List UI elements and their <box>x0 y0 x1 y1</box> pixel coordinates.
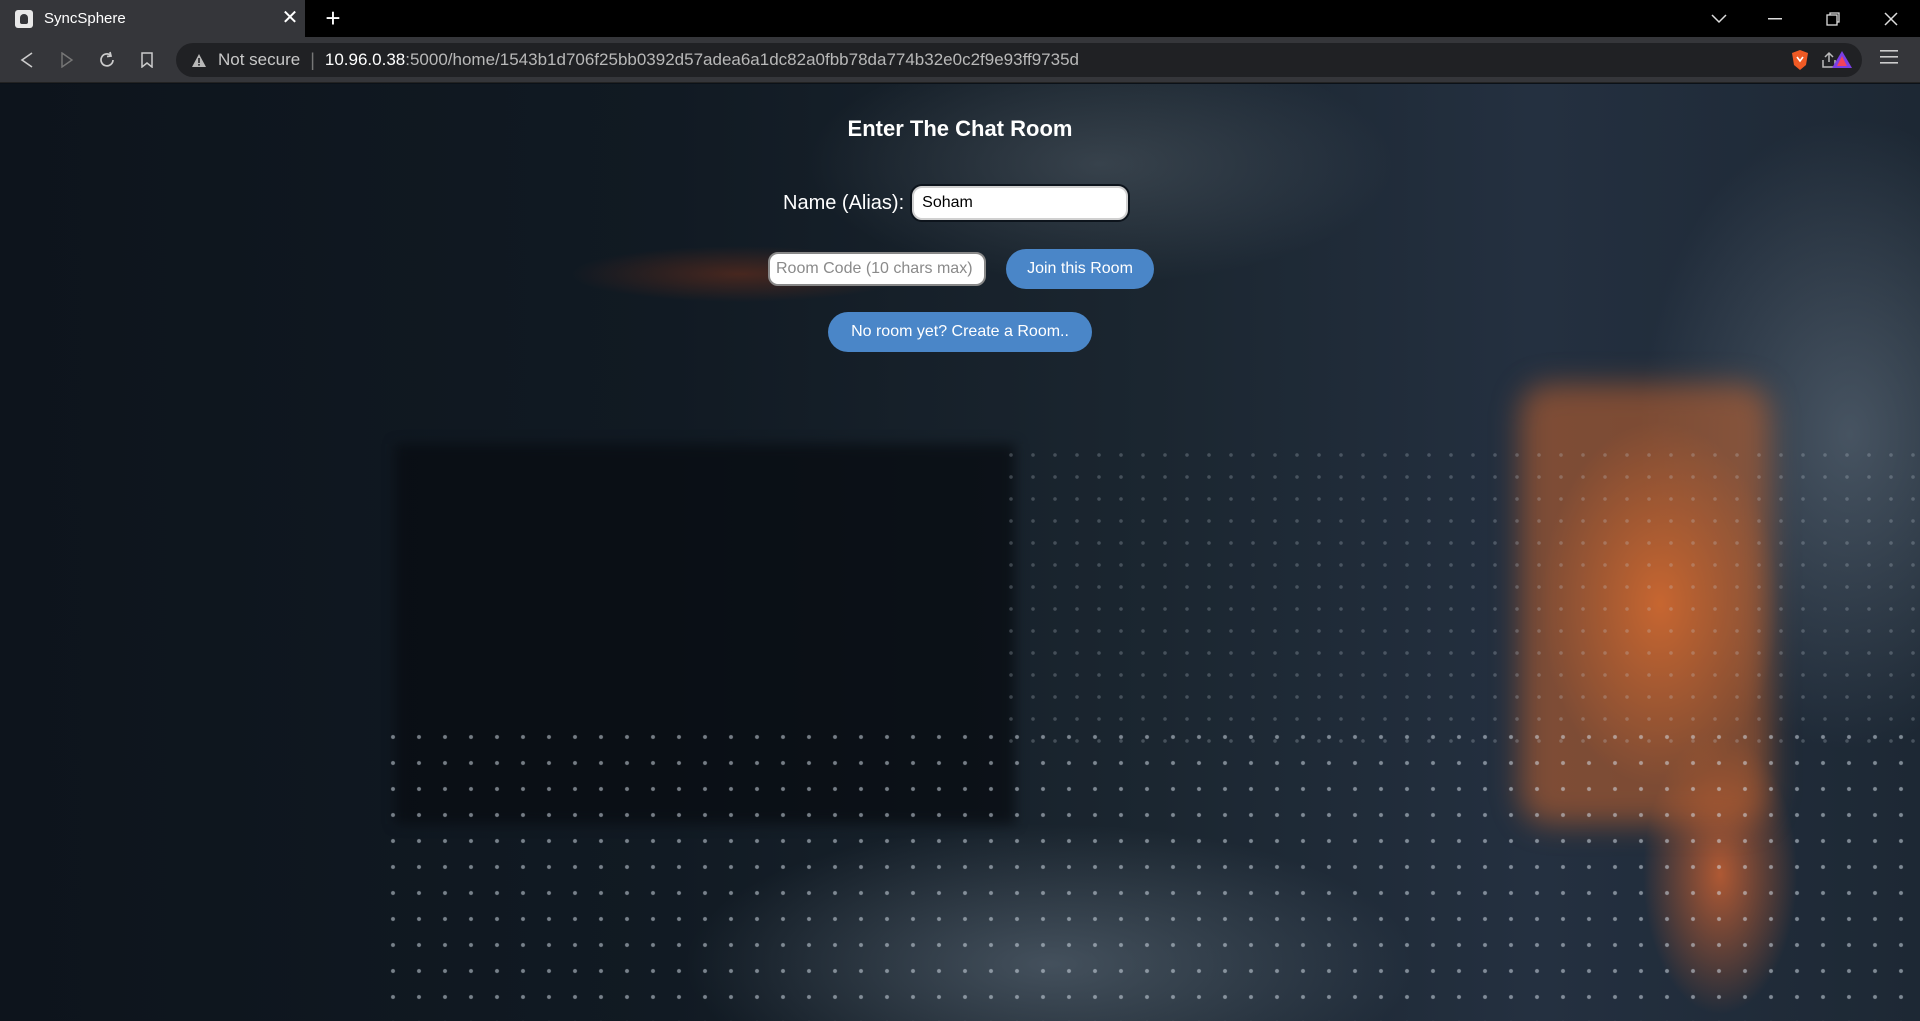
url-path: :5000/home/1543b1d706f25bb0392d57adea6a1… <box>405 50 1079 69</box>
page-title: Enter The Chat Room <box>847 116 1073 141</box>
security-status[interactable]: Not secure <box>218 50 300 70</box>
reload-icon[interactable] <box>92 45 122 75</box>
tab-strip: SyncSphere ✕ + <box>0 0 1920 37</box>
brave-shield-icon[interactable] <box>1788 48 1812 72</box>
browser-toolbar: Not secure | 10.96.0.38 :5000/home/1543b… <box>0 37 1920 83</box>
address-bar[interactable]: Not secure | 10.96.0.38 :5000/home/1543b… <box>176 43 1862 77</box>
new-tab-button[interactable]: + <box>318 0 348 37</box>
background-dot-pattern-upper <box>1000 444 1920 744</box>
minimize-icon[interactable] <box>1752 0 1798 37</box>
brave-rewards-icon[interactable] <box>1830 48 1854 72</box>
url-host: 10.96.0.38 <box>324 50 406 69</box>
room-code-input[interactable] <box>768 252 986 286</box>
close-window-icon[interactable] <box>1868 0 1914 37</box>
background-dot-pattern <box>380 724 1920 1021</box>
tab-search-chevron-icon[interactable] <box>1696 0 1742 37</box>
name-row: Name (Alias): <box>783 184 1131 222</box>
tab-close-icon[interactable]: ✕ <box>275 0 305 37</box>
forward-icon[interactable] <box>52 45 82 75</box>
address-divider: | <box>310 49 315 70</box>
warning-icon[interactable] <box>190 51 208 69</box>
name-label: Name (Alias): <box>783 191 905 214</box>
page-background: Enter The Chat Room Name (Alias): Join t… <box>0 84 1920 1021</box>
back-icon[interactable] <box>12 45 42 75</box>
restore-icon[interactable] <box>1810 0 1856 37</box>
menu-icon[interactable] <box>1880 48 1904 72</box>
create-room-button[interactable]: No room yet? Create a Room.. <box>828 312 1092 352</box>
join-room-button[interactable]: Join this Room <box>1006 249 1154 289</box>
tab-title: SyncSphere <box>44 10 126 27</box>
name-input[interactable] <box>910 184 1131 222</box>
tab-syncsphere[interactable]: SyncSphere ✕ <box>0 0 305 37</box>
bookmark-icon[interactable] <box>132 45 162 75</box>
room-code-row: Join this Room <box>768 249 1154 289</box>
site-favicon-icon <box>15 9 33 28</box>
